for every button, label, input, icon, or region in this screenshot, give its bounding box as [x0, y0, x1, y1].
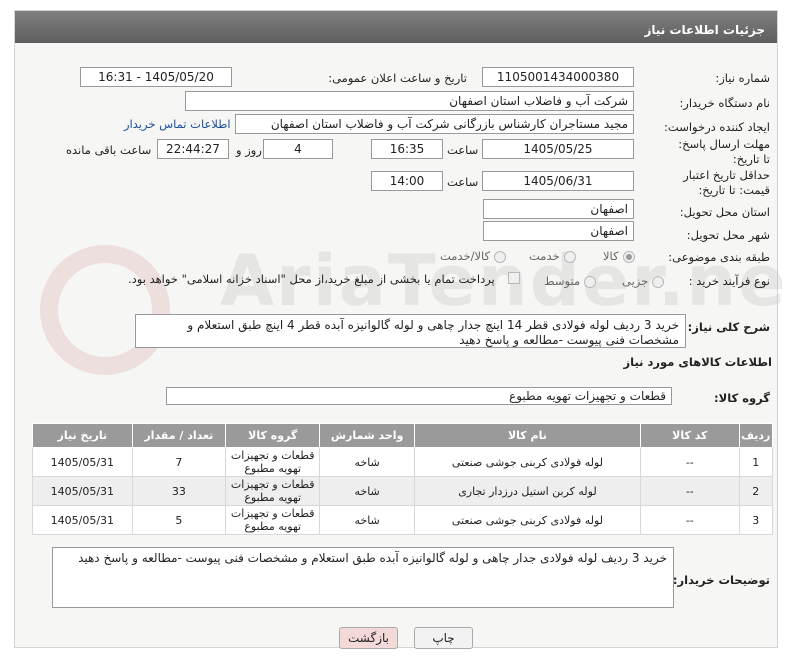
radio-icon	[494, 250, 507, 263]
need-number-field[interactable]: 1105001434000380	[482, 67, 634, 87]
cell-qty: 33	[131, 476, 227, 506]
cell-qty: 5	[131, 505, 227, 535]
table-row[interactable]: 1 -- لوله فولادی کربنی جوشی صنعتی شاخه ق…	[32, 447, 774, 477]
cell-code: --	[640, 447, 740, 477]
description-textarea[interactable]: خرید 3 ردیف لوله فولادی قطر 14 اینچ جدار…	[135, 314, 686, 348]
deadline-date-field[interactable]: 1405/05/25	[482, 139, 634, 159]
category-option-service[interactable]: خدمت	[529, 249, 576, 263]
print-button[interactable]: چاپ	[414, 627, 473, 649]
cell-index: 2	[738, 476, 774, 506]
col-name: نام کالا	[413, 423, 642, 448]
goods-info-title: اطلاعات کالاهای مورد نیاز	[623, 355, 772, 369]
deadline-time-field[interactable]: 16:35	[371, 139, 443, 159]
goods-group-field[interactable]: قطعات و تجهیزات تهویه مطبوع	[166, 387, 672, 405]
deadline-time-label: ساعت	[447, 143, 479, 157]
cell-code: --	[640, 505, 740, 535]
remaining-time-field[interactable]: 22:44:27	[157, 139, 229, 159]
cell-qty: 7	[131, 447, 227, 477]
treasury-payment-checkbox[interactable]	[508, 272, 520, 284]
cell-name: لوله کربن استیل درزدار تجاری	[413, 476, 642, 506]
col-qty: تعداد / مقدار	[131, 423, 227, 448]
cell-code: --	[640, 476, 740, 506]
deadline-days-field[interactable]: 4	[263, 139, 333, 159]
col-date: تاریخ نیاز	[32, 423, 133, 448]
radio-icon	[652, 275, 665, 288]
cell-date: 1405/05/31	[32, 447, 133, 477]
col-group: گروه کالا	[225, 423, 321, 448]
table-header-row: ردیف کد کالا نام کالا واحد شمارش گروه کا…	[32, 423, 774, 448]
process-option-minor[interactable]: جزیی	[622, 274, 665, 288]
category-option-goods[interactable]: کالا	[603, 249, 635, 263]
validity-time-field[interactable]: 14:00	[371, 171, 443, 191]
goods-table: ردیف کد کالا نام کالا واحد شمارش گروه کا…	[32, 423, 774, 535]
radio-icon	[563, 250, 576, 263]
treasury-payment-note: پرداخت تمام یا بخشی از مبلغ خرید،از محل …	[128, 272, 495, 286]
buyer-org-label: نام دستگاه خریدار:	[679, 96, 770, 110]
category-label: طبقه بندی موضوعی:	[668, 250, 770, 264]
city-field[interactable]: اصفهان	[483, 221, 634, 241]
creator-label: ایجاد کننده درخواست:	[664, 120, 770, 134]
cell-date: 1405/05/31	[32, 476, 133, 506]
validity-time-label: ساعت	[447, 175, 479, 189]
announce-field[interactable]: 1405/05/20 - 16:31	[80, 67, 232, 87]
need-number-label: شماره نیاز:	[715, 71, 770, 85]
table-row[interactable]: 2 -- لوله کربن استیل درزدار تجاری شاخه ق…	[32, 476, 774, 506]
validity-date-field[interactable]: 1405/06/31	[482, 171, 634, 191]
cell-index: 3	[738, 505, 774, 535]
deadline-label: مهلت ارسال پاسخ: تا تاریخ:	[678, 137, 770, 166]
col-unit: واحد شمارش	[319, 423, 415, 448]
deadline-days-label: روز و	[236, 143, 262, 157]
city-label: شهر محل تحویل:	[686, 228, 770, 242]
cell-group: قطعات و تجهیزات تهویه مطبوع	[225, 447, 321, 477]
province-field[interactable]: اصفهان	[483, 199, 634, 219]
back-button[interactable]: بازگشت	[339, 627, 398, 649]
cell-date: 1405/05/31	[32, 505, 133, 535]
creator-field[interactable]: مجید مستاجران کارشناس بازرگانی شرکت آب و…	[235, 114, 634, 134]
buyer-notes-textarea[interactable]: خرید 3 ردیف لوله فولادی جدار چاهی و لوله…	[52, 547, 674, 608]
buyer-contact-link[interactable]: اطلاعات تماس خریدار	[124, 117, 231, 131]
cell-unit: شاخه	[319, 505, 415, 535]
announce-label: تاریخ و ساعت اعلان عمومی:	[328, 71, 467, 85]
process-label: نوع فرآیند خرید :	[688, 274, 770, 288]
cell-unit: شاخه	[319, 447, 415, 477]
col-index: ردیف	[738, 423, 774, 448]
cell-name: لوله فولادی کربنی جوشی صنعتی	[413, 505, 642, 535]
col-code: کد کالا	[640, 423, 740, 448]
radio-selected-icon	[622, 250, 635, 263]
cell-name: لوله فولادی کربنی جوشی صنعتی	[413, 447, 642, 477]
description-label: شرح کلی نیاز:	[687, 320, 770, 334]
validity-label: حداقل تاریخ اعتبار قیمت: تا تاریخ:	[683, 168, 770, 197]
cell-index: 1	[738, 447, 774, 477]
process-option-medium[interactable]: متوسط	[544, 274, 597, 288]
cell-group: قطعات و تجهیزات تهویه مطبوع	[225, 505, 321, 535]
goods-group-label: گروه کالا:	[714, 391, 770, 405]
buyer-org-field[interactable]: شرکت آب و فاضلاب استان اصفهان	[185, 91, 634, 111]
radio-icon	[584, 275, 597, 288]
buyer-notes-label: توضیحات خریدار:	[672, 573, 770, 587]
cell-unit: شاخه	[319, 476, 415, 506]
table-row[interactable]: 3 -- لوله فولادی کربنی جوشی صنعتی شاخه ق…	[32, 505, 774, 535]
remaining-time-label: ساعت باقی مانده	[66, 143, 152, 157]
province-label: استان محل تحویل:	[679, 205, 770, 219]
panel-header: جزئیات اطلاعات نیاز	[15, 11, 777, 43]
category-option-goods-service[interactable]: کالا/خدمت	[440, 249, 507, 263]
cell-group: قطعات و تجهیزات تهویه مطبوع	[225, 476, 321, 506]
